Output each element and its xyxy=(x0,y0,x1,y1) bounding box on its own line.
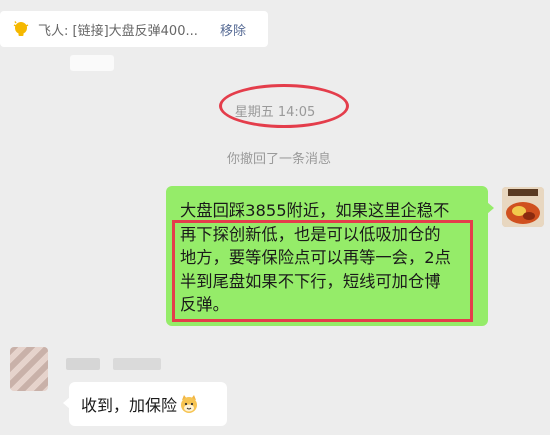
avatar[interactable] xyxy=(502,187,544,227)
recall-notice: 你撤回了一条消息 xyxy=(226,152,331,167)
message-text: 收到，加保险 xyxy=(81,396,178,415)
quoted-message-text: 飞人: [链接]大盘反弹400... xyxy=(38,23,198,39)
annotation-ellipse xyxy=(219,84,349,128)
hidden-message-stub xyxy=(70,55,114,71)
sender-name-blur xyxy=(66,358,100,370)
other-message-bubble[interactable]: 收到，加保险 xyxy=(63,382,227,426)
remove-quote-button[interactable]: 移除 xyxy=(220,20,246,39)
sender-name-blur xyxy=(113,358,161,370)
annotation-rectangle xyxy=(172,220,473,322)
cat-face-icon xyxy=(179,394,199,414)
quoted-message-bar[interactable]: 飞人: [链接]大盘反弹400... 移除 xyxy=(0,11,268,47)
message-line: 大盘回踩3855附近，如果这里企稳不 xyxy=(180,201,450,220)
avatar[interactable] xyxy=(10,347,48,391)
lightbulb-icon xyxy=(12,20,30,38)
